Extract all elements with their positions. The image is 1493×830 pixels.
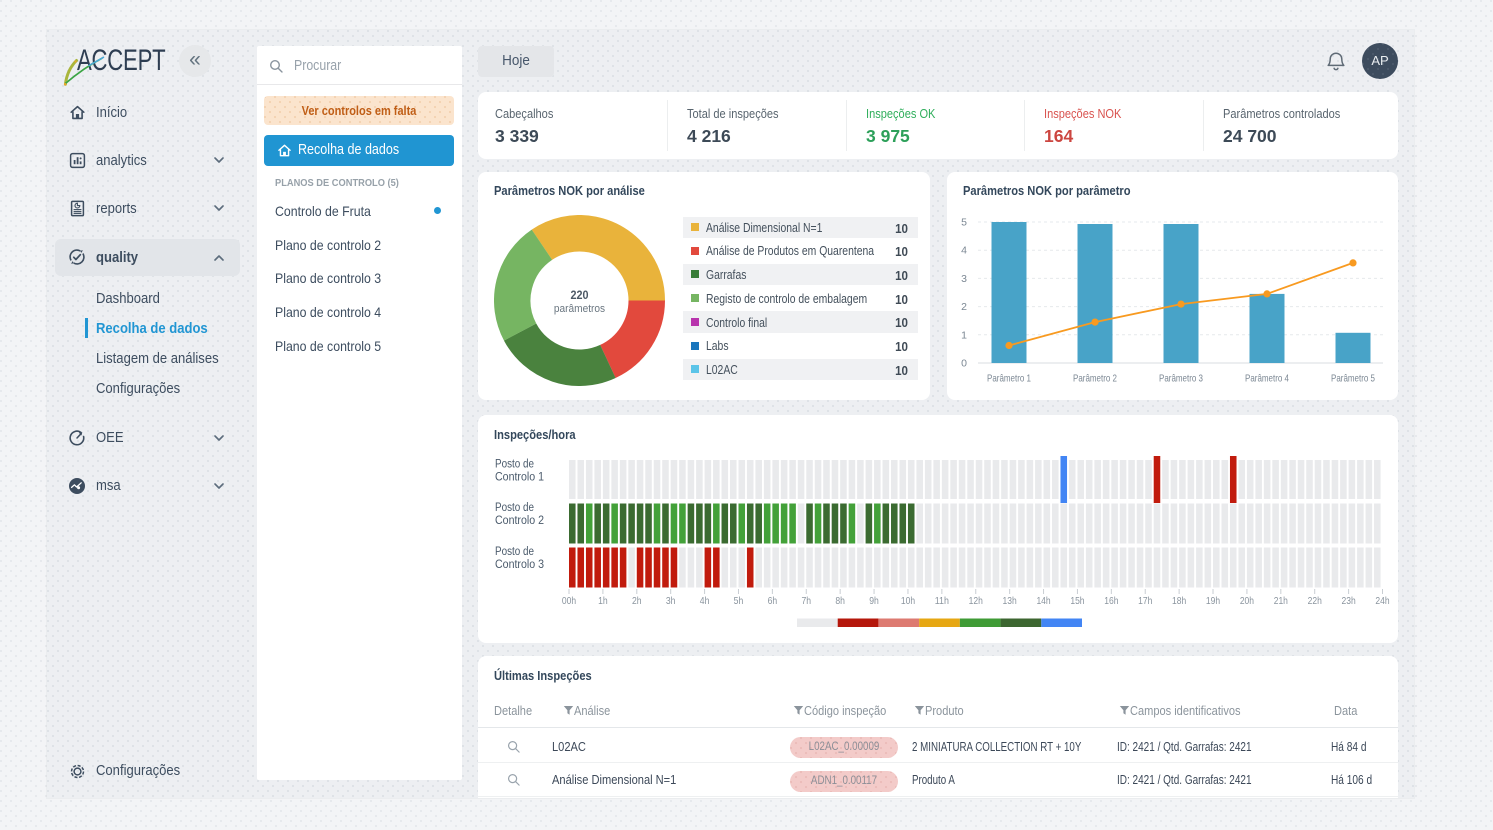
svg-text:2: 2 bbox=[961, 301, 967, 313]
svg-text:Controlo 3: Controlo 3 bbox=[495, 559, 544, 571]
svg-text:Posto de: Posto de bbox=[495, 546, 534, 558]
svg-text:15h: 15h bbox=[1070, 596, 1084, 607]
svg-text:4: 4 bbox=[961, 245, 967, 257]
svg-text:Controlo 2: Controlo 2 bbox=[495, 515, 544, 527]
svg-text:Parâmetro 5: Parâmetro 5 bbox=[1331, 373, 1375, 385]
svg-text:Parâmetro 2: Parâmetro 2 bbox=[1073, 373, 1117, 385]
svg-text:23h: 23h bbox=[1342, 596, 1356, 607]
svg-text:18h: 18h bbox=[1172, 596, 1186, 607]
svg-text:0: 0 bbox=[961, 358, 967, 370]
svg-text:Posto de: Posto de bbox=[495, 502, 534, 514]
svg-text:10h: 10h bbox=[901, 596, 915, 607]
svg-text:1h: 1h bbox=[598, 596, 608, 607]
svg-text:4h: 4h bbox=[700, 596, 710, 607]
svg-text:00h: 00h bbox=[562, 596, 576, 607]
svg-text:17h: 17h bbox=[1138, 596, 1152, 607]
svg-text:12h: 12h bbox=[969, 596, 983, 607]
svg-text:16h: 16h bbox=[1104, 596, 1118, 607]
svg-text:20h: 20h bbox=[1240, 596, 1254, 607]
svg-text:9h: 9h bbox=[869, 596, 879, 607]
svg-text:Parâmetro 1: Parâmetro 1 bbox=[987, 373, 1031, 385]
svg-text:3h: 3h bbox=[666, 596, 676, 607]
svg-text:5h: 5h bbox=[734, 596, 744, 607]
svg-text:11h: 11h bbox=[935, 596, 949, 607]
svg-text:7h: 7h bbox=[801, 596, 811, 607]
svg-text:3: 3 bbox=[961, 273, 967, 285]
svg-text:6h: 6h bbox=[768, 596, 778, 607]
svg-text:Parâmetro 3: Parâmetro 3 bbox=[1159, 373, 1203, 385]
svg-text:19h: 19h bbox=[1206, 596, 1220, 607]
svg-text:1: 1 bbox=[961, 329, 967, 341]
svg-text:Controlo 1: Controlo 1 bbox=[495, 471, 544, 483]
svg-text:22h: 22h bbox=[1308, 596, 1322, 607]
svg-text:5: 5 bbox=[961, 217, 967, 229]
svg-text:2h: 2h bbox=[632, 596, 642, 607]
svg-text:21h: 21h bbox=[1274, 596, 1288, 607]
svg-text:Parâmetro 4: Parâmetro 4 bbox=[1245, 373, 1289, 385]
svg-text:13h: 13h bbox=[1003, 596, 1017, 607]
svg-text:24h: 24h bbox=[1375, 596, 1389, 607]
svg-text:Posto de: Posto de bbox=[495, 458, 534, 470]
svg-text:8h: 8h bbox=[835, 596, 845, 607]
svg-text:14h: 14h bbox=[1036, 596, 1050, 607]
